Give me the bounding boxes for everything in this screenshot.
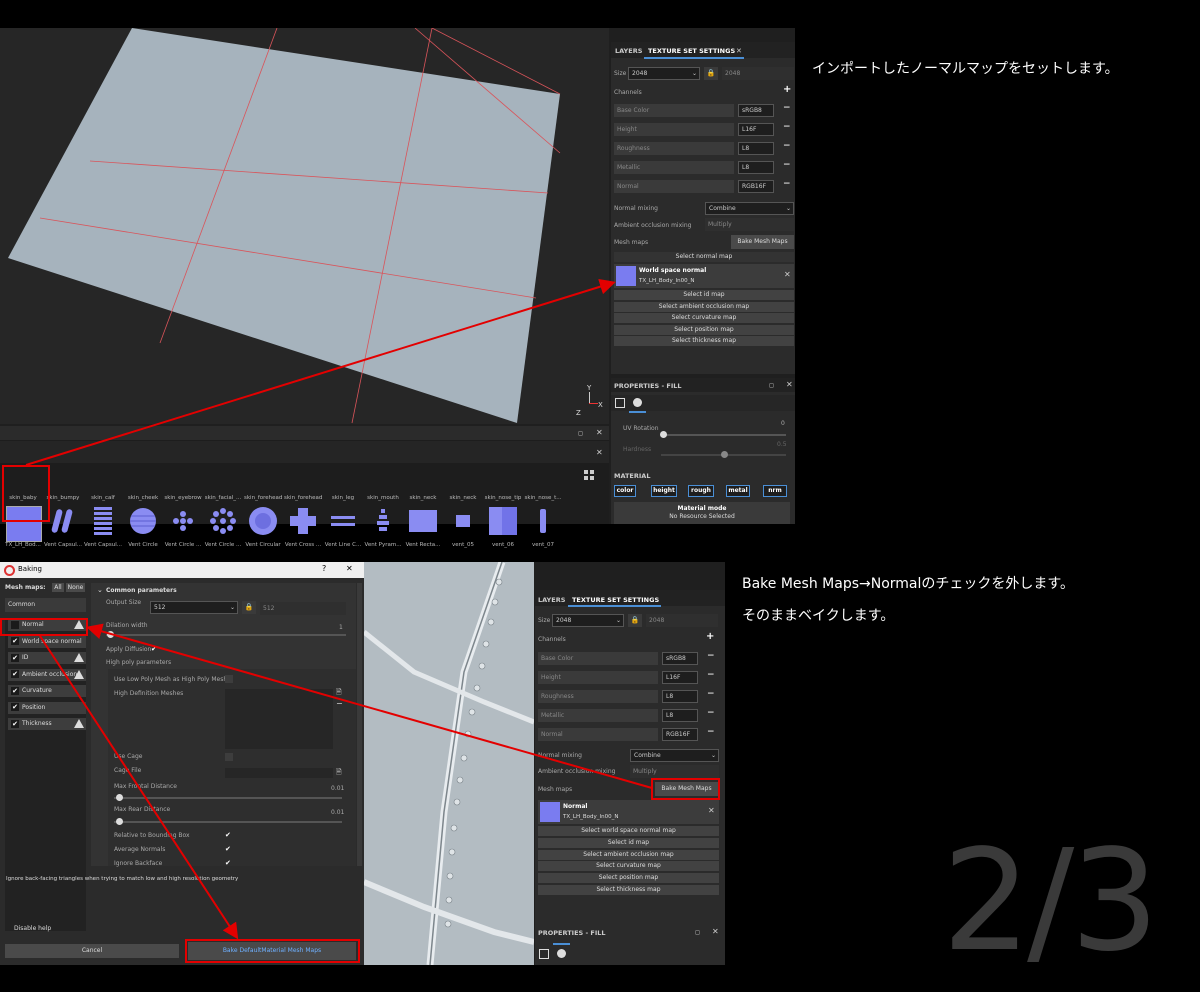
bottom-note-1: Bake Mesh Maps→Normalのチェックを外します。 xyxy=(742,576,1074,592)
page-counter: 2/3 xyxy=(942,820,1159,983)
shelf-item-caption: Vent Recta... xyxy=(405,542,441,548)
shelf-item-caption: Vent Line C... xyxy=(324,542,362,548)
top-screenshot: Y X Z ◻ ✕ ✕ skin_baby TX_LH_Bod... skin_bu… xyxy=(0,28,795,548)
shelf-item-caption: Vent Circle ... xyxy=(204,542,242,548)
shelf-item-caption: Vent Circular xyxy=(245,542,281,548)
top-note: インポートしたノーマルマップをセットします。 xyxy=(812,61,1119,77)
shelf-item-caption: TX_LH_Bod... xyxy=(5,542,41,548)
shelf-item-caption: Vent Capsul... xyxy=(84,542,122,548)
shelf-item-caption: vent_06 xyxy=(491,542,515,548)
shelf-item-caption: Vent Circle xyxy=(128,542,158,548)
shelf-item-caption: Vent Circle ... xyxy=(164,542,202,548)
shelf-item-caption: vent_07 xyxy=(531,542,555,548)
shelf-item-caption: Vent Pyram... xyxy=(364,542,402,548)
shelf-item-caption: Vent Capsul... xyxy=(44,542,82,548)
annotation-arrows xyxy=(39,623,653,940)
annotation-arrow xyxy=(25,278,616,466)
bottom-screenshot: Baking ? ✕ Mesh maps: All None Common No… xyxy=(0,562,725,965)
shelf-item-caption: Vent Cross ... xyxy=(284,542,322,548)
bottom-note-2: そのままベイクします。 xyxy=(742,608,895,624)
shelf-item-caption: vent_05 xyxy=(451,542,475,548)
